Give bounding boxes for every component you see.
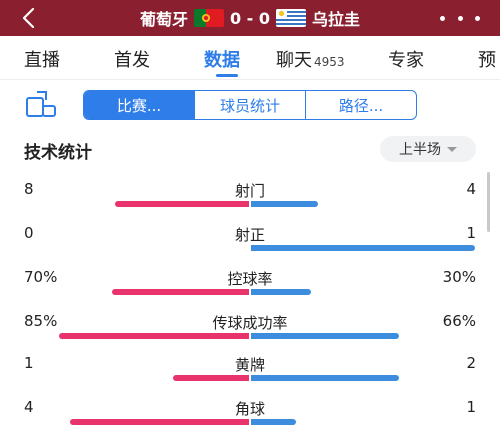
away-value: 30% — [442, 268, 476, 286]
segment-match[interactable]: 比赛... — [84, 91, 194, 119]
period-label: 上半场 — [399, 142, 441, 158]
more-options-icon[interactable] — [440, 8, 480, 28]
stat-row-yellow-cards: 1 黄牌 2 — [0, 354, 500, 398]
layout-switch-icon[interactable] — [24, 90, 58, 120]
away-value: 2 — [466, 354, 476, 372]
portugal-flag-icon — [193, 9, 224, 27]
segment-path[interactable]: 路径... — [305, 91, 416, 119]
segment-control: 比赛... 球员统计 路径... — [83, 90, 417, 120]
away-bar — [251, 245, 475, 251]
segment-player-stats[interactable]: 球员统计 — [194, 91, 305, 119]
tab-chat[interactable]: 聊天 4953 — [276, 46, 345, 72]
tab-predict[interactable]: 预 — [478, 46, 496, 72]
uruguay-flag-icon — [276, 9, 307, 27]
period-dropdown[interactable]: 上半场 — [380, 136, 476, 162]
tab-data[interactable]: 数据 — [204, 46, 240, 72]
active-tab-indicator — [216, 74, 238, 77]
chat-count: 4953 — [314, 55, 345, 69]
home-bar — [115, 201, 249, 207]
away-value: 1 — [466, 398, 476, 416]
home-bar — [70, 419, 249, 425]
tab-lineup[interactable]: 首发 — [114, 46, 150, 72]
chevron-down-icon — [447, 146, 457, 152]
nav-tabs: 直播 首发 数据 聊天 4953 专家 预 — [0, 36, 500, 80]
scoreline: 葡萄牙 0 - 0 乌拉圭 — [0, 0, 500, 36]
away-bar — [251, 419, 296, 425]
stat-label: 角球 — [234, 400, 265, 418]
away-team-name: 乌拉圭 — [312, 10, 361, 29]
away-value: 66% — [442, 312, 476, 330]
tab-chat-label: 聊天 — [276, 50, 312, 71]
match-header: 葡萄牙 0 - 0 乌拉圭 — [0, 0, 500, 36]
away-value: 1 — [466, 224, 476, 242]
stat-row-corners: 4 角球 1 — [0, 398, 500, 442]
home-bar — [112, 289, 249, 295]
stat-row-pass-accuracy: 85% 传球成功率 66% — [0, 312, 500, 356]
stats-segment-row: 比赛... 球员统计 路径... — [0, 86, 500, 122]
stat-row-possession: 70% 控球率 30% — [0, 268, 500, 312]
stat-row-shots: 8 射门 4 — [0, 180, 500, 224]
section-title: 技术统计 — [24, 143, 92, 163]
stat-row-shots-on-target: 0 射正 1 — [0, 224, 500, 268]
away-bar — [251, 289, 311, 295]
away-value: 4 — [466, 180, 476, 198]
stat-label: 黄牌 — [234, 356, 265, 374]
home-team-name: 葡萄牙 — [139, 10, 188, 29]
home-bar — [173, 375, 249, 381]
stat-label: 射正 — [234, 226, 265, 244]
away-bar — [251, 375, 399, 381]
home-bar — [59, 333, 249, 339]
stat-label: 传球成功率 — [212, 314, 288, 332]
score: 0 - 0 — [229, 8, 271, 28]
stat-label: 射门 — [234, 182, 265, 200]
stat-label: 控球率 — [227, 270, 273, 288]
away-bar — [251, 333, 399, 339]
tab-experts[interactable]: 专家 — [388, 46, 424, 72]
tab-live[interactable]: 直播 — [24, 46, 60, 72]
away-bar — [251, 201, 318, 207]
